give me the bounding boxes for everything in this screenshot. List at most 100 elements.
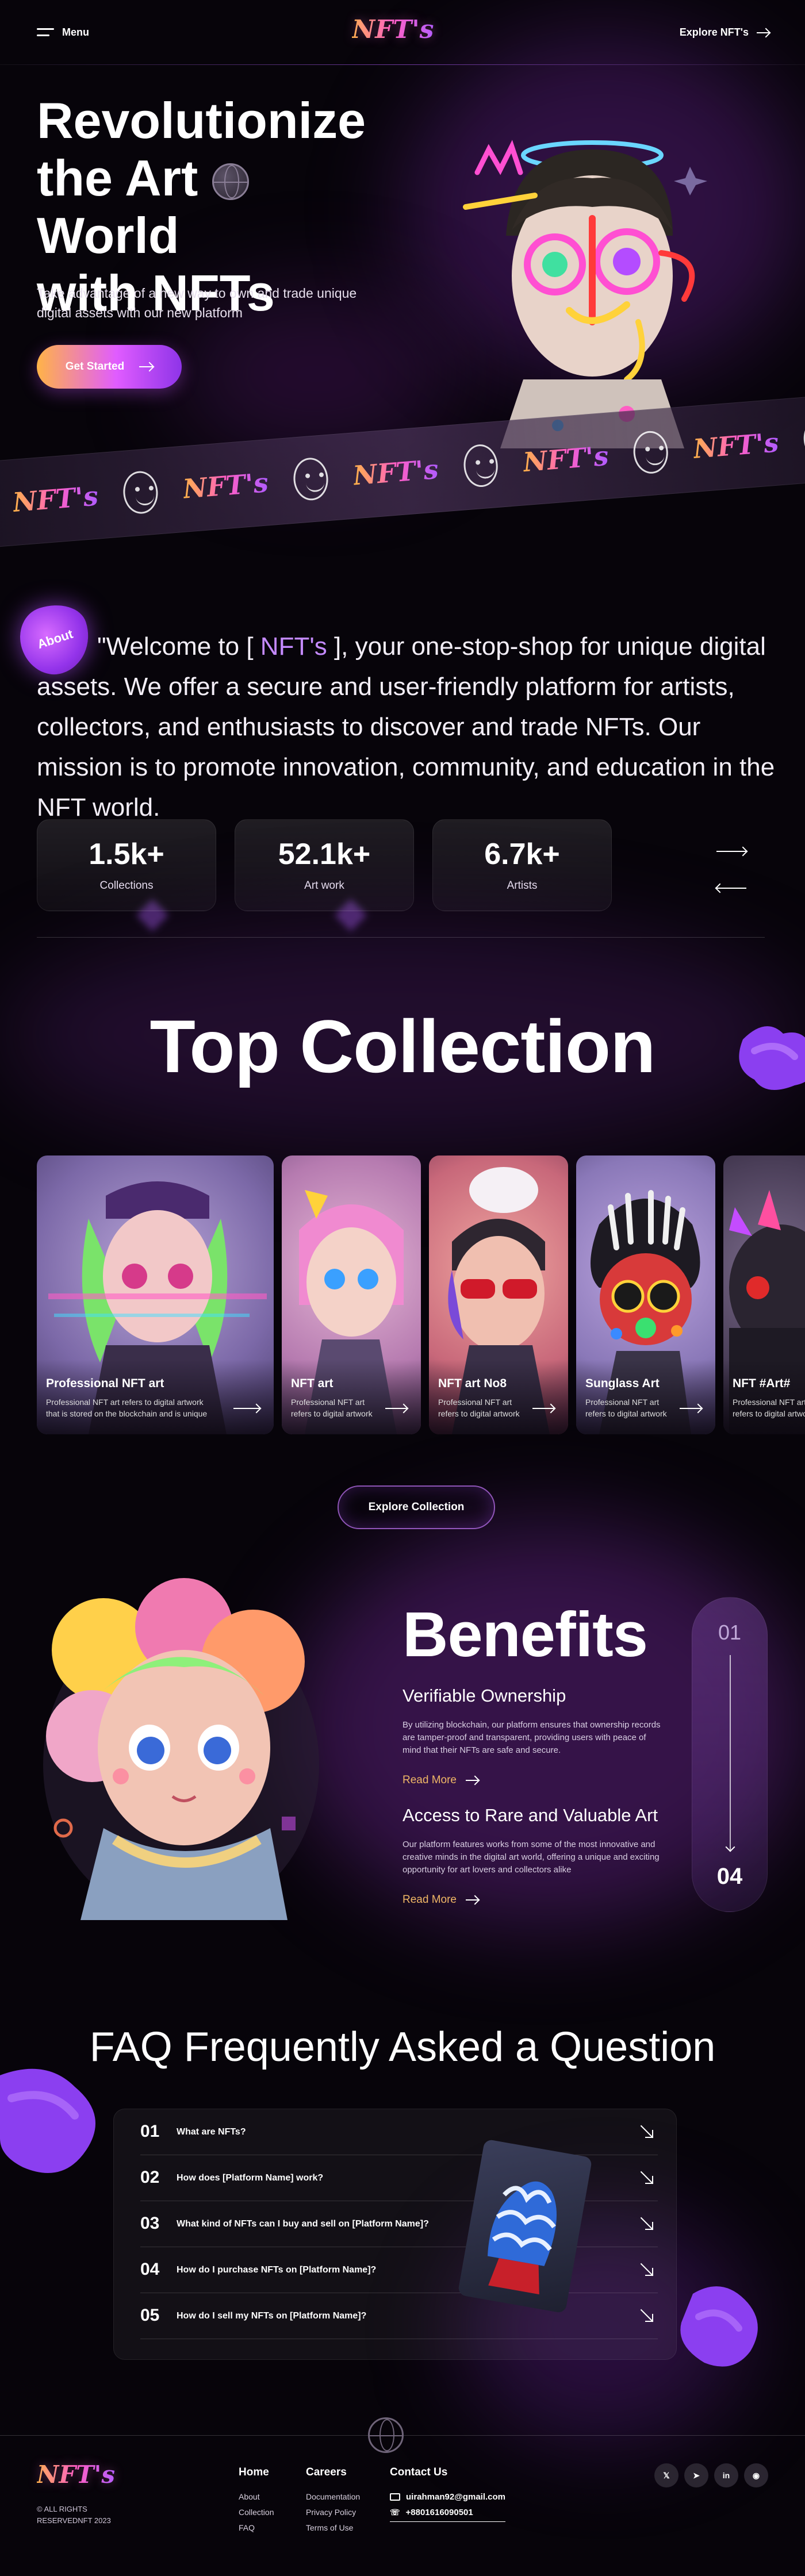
footer-careers-column: Careers Documentation Privacy Policy Ter…	[306, 2466, 360, 2536]
stat-value: 1.5k+	[89, 838, 164, 871]
hero-title-line: Revolutionize	[37, 92, 366, 149]
blob-svg	[680, 2286, 758, 2367]
smiley-icon	[121, 470, 160, 515]
faq-panel: 01 What are NFTs? 02 How does [Platform …	[113, 2109, 677, 2360]
ribbon-logo: NFT's	[12, 480, 99, 519]
site-logo[interactable]: NFT's	[352, 15, 434, 44]
faq-title: FAQ Frequently Asked a Question	[89, 2024, 716, 2070]
stats-navigation	[707, 844, 753, 901]
about-text: "Welcome to [ NFT's ], your one-stop-sho…	[37, 627, 779, 828]
explore-nfts-link[interactable]: Explore NFT's	[680, 26, 769, 39]
contact-phone[interactable]: ☏ +8801616090501	[390, 2505, 506, 2522]
footer-column-heading: Contact Us	[390, 2466, 448, 2478]
footer-link-collection[interactable]: Collection	[239, 2505, 274, 2520]
stat-value: 52.1k+	[278, 838, 371, 871]
menu-label: Menu	[62, 26, 89, 38]
top-collection-title: Top Collection	[150, 1004, 656, 1088]
footer-home-column: Home About Collection FAQ	[239, 2466, 274, 2536]
purple-blob-decoration	[676, 2276, 768, 2374]
faq-number: 01	[140, 2122, 160, 2141]
prev-arrow-button[interactable]	[716, 888, 746, 889]
card-title: Professional NFT art	[46, 1377, 164, 1390]
faq-question: What kind of NFTs can I buy and sell on …	[177, 2219, 429, 2229]
footer-column-heading: Home	[239, 2466, 269, 2478]
benefit-text: By utilizing blockchain, our platform en…	[402, 1720, 661, 1755]
faq-question: What are NFTs?	[177, 2127, 246, 2137]
footer-column-heading: Careers	[306, 2466, 347, 2478]
arrow-down-right-icon	[641, 2309, 653, 2322]
faq-item[interactable]: 05 How do I sell my NFTs on [Platform Na…	[140, 2293, 658, 2339]
faq-number: 05	[140, 2306, 160, 2325]
footer-logo[interactable]: NFT's	[37, 2460, 115, 2489]
footer-link-about[interactable]: About	[239, 2489, 274, 2505]
arrow-right-icon	[757, 32, 769, 33]
collection-card[interactable]: NFT art No8 Professional NFT art refers …	[429, 1155, 568, 1434]
ribbon-logo: NFT's	[522, 440, 610, 478]
linkedin-icon[interactable]: in	[714, 2463, 738, 2487]
faq-item[interactable]: 04 How do I purchase NFTs on [Platform N…	[140, 2247, 658, 2293]
collection-card[interactable]: Sunglass Art Professional NFT art refers…	[576, 1155, 715, 1434]
hero-title-part: World	[37, 207, 179, 264]
globe-icon	[212, 163, 249, 200]
arrow-right-icon	[466, 1780, 478, 1781]
collection-card[interactable]: NFT #Art# Professional NFT art refers to…	[723, 1155, 805, 1434]
hero-subtitle: Take advantage of a new way to own and t…	[37, 286, 357, 320]
faq-item[interactable]: 01 What are NFTs?	[140, 2109, 658, 2155]
faq-number: 04	[140, 2260, 160, 2279]
footer-link-faq[interactable]: FAQ	[239, 2520, 274, 2536]
section-divider	[37, 937, 765, 938]
read-more-link[interactable]: Read More	[402, 1774, 478, 1787]
stat-label: Collections	[99, 880, 154, 892]
telegram-icon[interactable]: ➤	[684, 2463, 708, 2487]
mail-icon	[390, 2493, 400, 2501]
footer-link-privacy[interactable]: Privacy Policy	[306, 2505, 360, 2520]
stat-card: 1.5k+ Collections	[37, 819, 216, 911]
ribbon-logo: NFT's	[692, 427, 780, 464]
globe-icon	[368, 2417, 404, 2453]
copyright: © ALL RIGHTS RESERVEDNFT 2023	[37, 2504, 111, 2527]
benefits-pager[interactable]: 01 04	[692, 1597, 768, 1912]
footer-link-documentation[interactable]: Documentation	[306, 2489, 360, 2505]
stat-label: Art work	[304, 880, 344, 892]
contact-email[interactable]: uirahman92@gmail.com	[390, 2489, 505, 2505]
arrow-down-right-icon	[641, 2171, 653, 2184]
faq-question: How do I sell my NFTs on [Platform Name]…	[177, 2311, 367, 2321]
collection-card[interactable]: Professional NFT art Professional NFT ar…	[37, 1155, 274, 1434]
arrow-down-right-icon	[641, 2263, 653, 2276]
twitter-icon[interactable]: 𝕏	[654, 2463, 678, 2487]
read-more-link[interactable]: Read More	[402, 1894, 478, 1906]
menu-button[interactable]: Menu	[37, 26, 89, 39]
card-title: NFT #Art#	[733, 1377, 791, 1390]
github-icon[interactable]: ◉	[744, 2463, 768, 2487]
hamburger-icon	[37, 28, 54, 37]
smiley-icon	[292, 456, 329, 502]
contact-email-text: uirahman92@gmail.com	[406, 2492, 506, 2502]
ribbon-logo: NFT's	[181, 467, 270, 505]
card-description: Professional NFT art refers to digital a…	[585, 1398, 667, 1418]
footer-contact-column: Contact Us uirahman92@gmail.com ☏ +880161…	[390, 2466, 506, 2522]
arrow-right-icon	[139, 366, 154, 367]
arrow-down-right-icon	[641, 2217, 653, 2230]
arrow-right-icon	[233, 1408, 260, 1409]
read-more-label: Read More	[402, 1774, 457, 1786]
next-arrow-button[interactable]	[716, 851, 746, 852]
phone-icon: ☏	[390, 2508, 400, 2517]
get-started-button[interactable]: Get Started	[37, 345, 182, 389]
get-started-label: Get Started	[65, 360, 125, 373]
benefit-text: Our platform features works from some of…	[402, 1840, 660, 1875]
explore-collection-button[interactable]: Explore Collection	[338, 1485, 495, 1529]
benefits-character-image	[40, 1575, 322, 1932]
faq-number: 03	[140, 2214, 160, 2233]
footer-link-terms[interactable]: Terms of Use	[306, 2520, 360, 2536]
arrow-right-icon	[385, 1408, 407, 1409]
benefit-heading: Access to Rare and Valuable Art	[402, 1805, 658, 1825]
card-title: Sunglass Art	[585, 1377, 660, 1390]
arrow-down-right-icon	[641, 2125, 653, 2138]
arrow-right-icon	[680, 1408, 702, 1409]
contact-phone-text: +8801616090501	[405, 2508, 473, 2517]
card-title: NFT art	[291, 1377, 334, 1390]
pager-arrow-icon	[730, 1655, 731, 1851]
faq-number: 02	[140, 2168, 160, 2187]
copyright-line: © ALL RIGHTS	[37, 2505, 87, 2513]
collection-card[interactable]: NFT art Professional NFT art refers to d…	[282, 1155, 421, 1434]
